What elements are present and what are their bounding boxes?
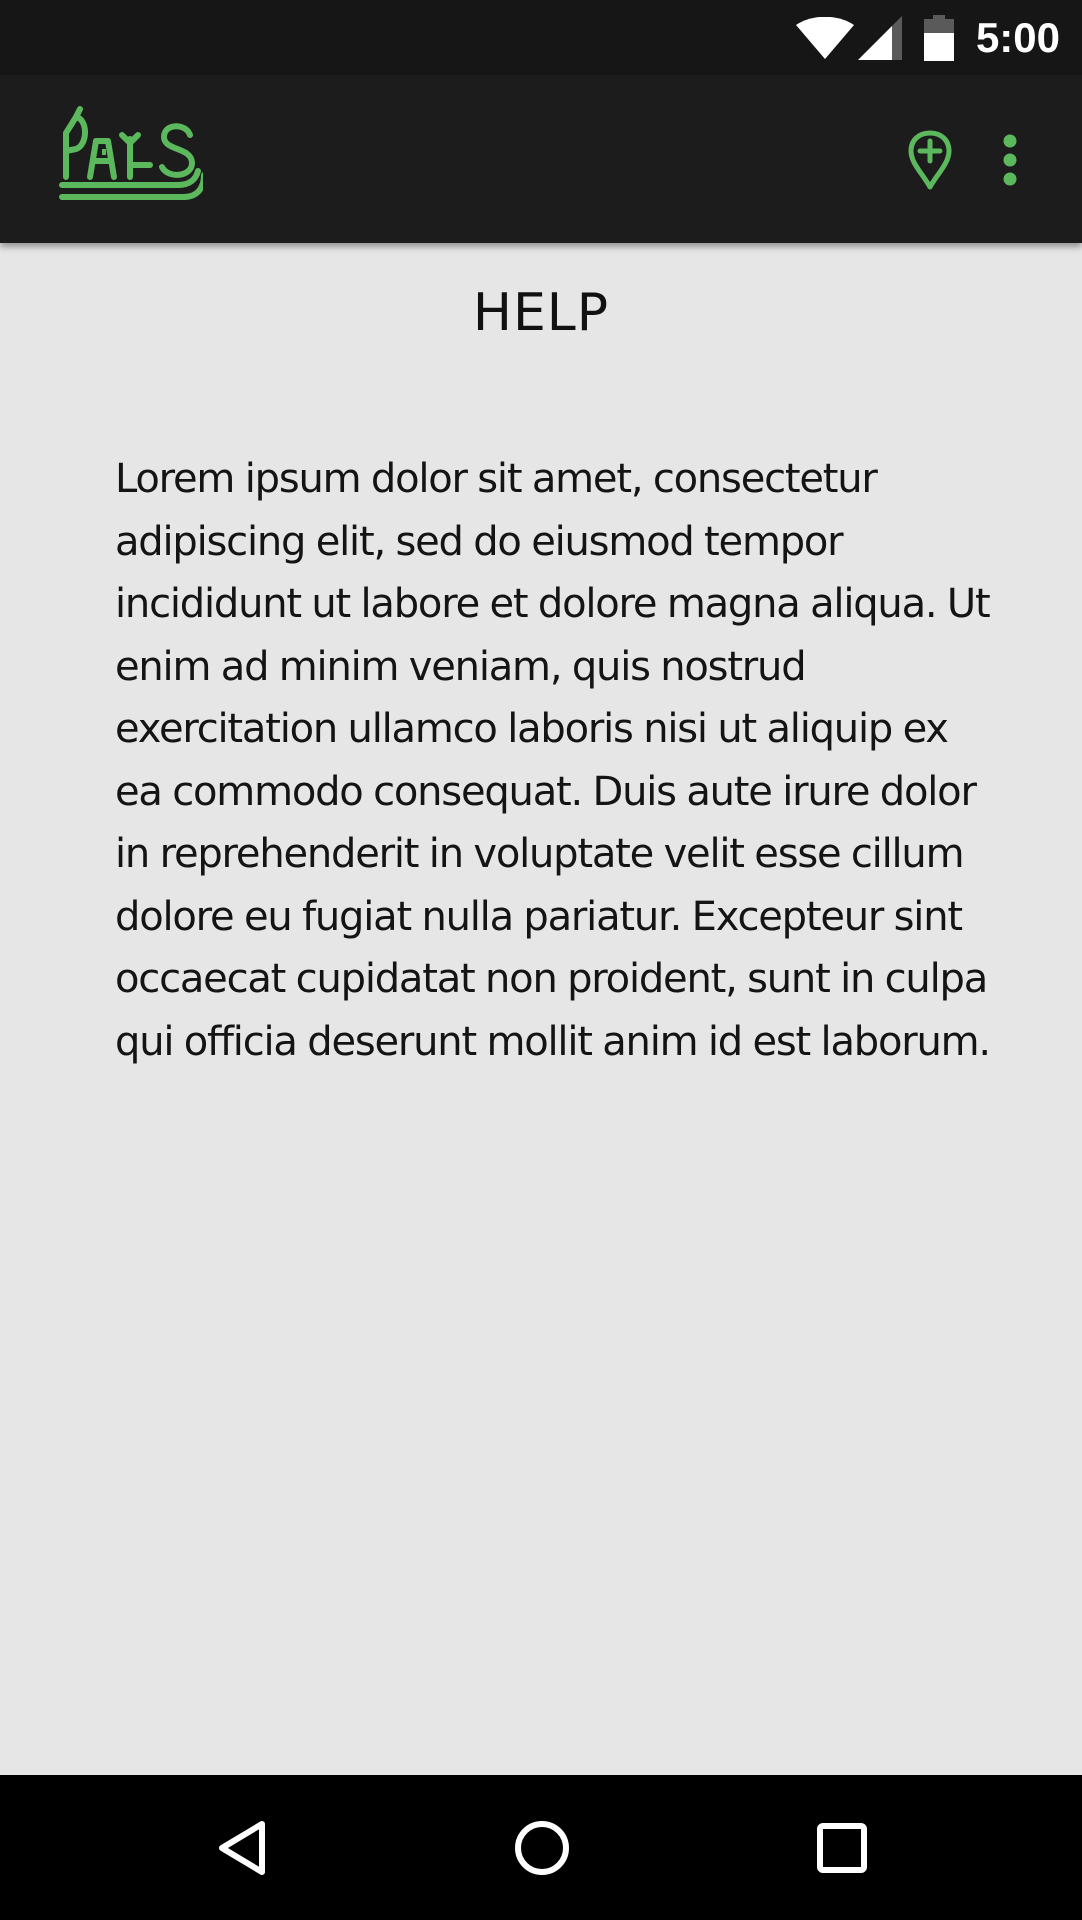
- pais-logo-icon: [59, 106, 207, 200]
- help-content: HELP Lorem ipsum dolor sit amet, consect…: [0, 243, 1082, 1775]
- app-bar: PAIS: [0, 75, 1082, 243]
- wifi-icon: [795, 16, 854, 59]
- overflow-menu-button[interactable]: [985, 125, 1035, 195]
- help-body-text: Lorem ipsum dolor sit amet, consectetur …: [115, 456, 991, 1065]
- cell-signal-icon: [857, 15, 902, 60]
- app-logo[interactable]: PAIS: [58, 105, 207, 205]
- recents-icon: [817, 1822, 867, 1873]
- back-icon: [219, 1820, 265, 1875]
- status-icons: 5:00: [795, 0, 1082, 75]
- home-icon: [515, 1820, 569, 1875]
- add-location-button[interactable]: [895, 125, 965, 195]
- home-button[interactable]: [472, 1775, 612, 1920]
- page-title: HELP: [472, 283, 610, 343]
- map-marker-plus-icon: [908, 130, 952, 190]
- back-button[interactable]: [172, 1775, 312, 1920]
- more-vertical-icon: [1003, 134, 1017, 186]
- system-nav-bar: [0, 1775, 1082, 1920]
- status-clock: 5:00: [975, 13, 1060, 61]
- status-bar: 5:00: [0, 0, 1082, 75]
- battery-icon: [923, 14, 954, 61]
- recents-button[interactable]: [772, 1775, 912, 1920]
